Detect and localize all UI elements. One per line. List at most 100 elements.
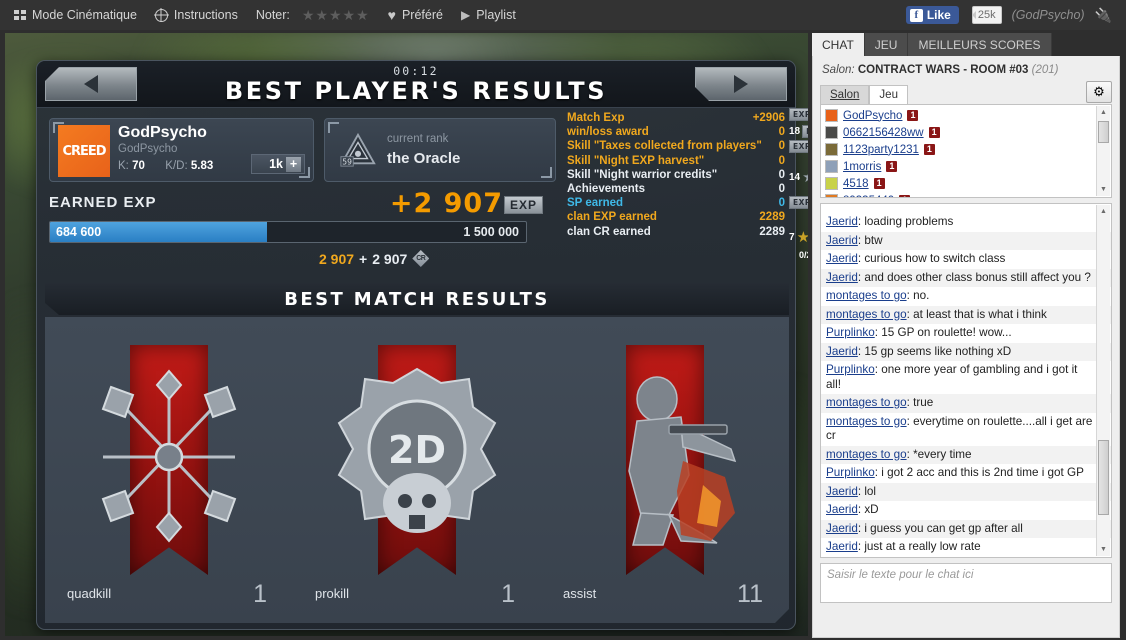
message-scrollbar[interactable]: ▲ ▼	[1096, 205, 1110, 556]
chat-message-author[interactable]: Purplinko	[826, 466, 875, 479]
facebook-like-button[interactable]: f Like	[905, 6, 959, 24]
scroll-up-icon[interactable]: ▲	[1097, 205, 1110, 218]
playlist-button[interactable]: ▶ Playlist	[461, 8, 516, 22]
room-prefix: Salon:	[822, 64, 855, 76]
subtab-salon[interactable]: Salon	[820, 85, 870, 104]
avatar	[825, 143, 838, 156]
message-list[interactable]: Jaerid: loading problems Jaerid: btw Jaeri…	[820, 203, 1112, 558]
chat-message-author[interactable]: montages to go	[826, 415, 907, 428]
chat-message-author[interactable]: montages to go	[826, 308, 907, 321]
chat-message-text: : curious how to switch class	[857, 252, 1006, 265]
clan-tag: CREED	[62, 143, 106, 159]
list-item[interactable]: 1morris 1	[823, 158, 1111, 175]
badge-item: EXP 0/1	[789, 140, 808, 153]
chat-body: Salon: CONTRACT WARS - ROOM #03 (201) Sa…	[812, 56, 1120, 638]
chat-message-author[interactable]: Jaerid	[826, 271, 858, 284]
chat-message-author[interactable]: montages to go	[826, 396, 907, 409]
subtab-jeu[interactable]: Jeu	[869, 85, 908, 104]
tab-jeu[interactable]: JEU	[864, 33, 909, 56]
list-item[interactable]: 1123party1231 1	[823, 141, 1111, 158]
cinematic-mode-button[interactable]: Mode Cinématique	[14, 8, 137, 22]
user-name[interactable]: 89335440	[843, 195, 894, 198]
chat-message-author[interactable]: montages to go	[826, 289, 907, 302]
scroll-down-icon[interactable]: ▼	[1097, 183, 1110, 196]
user-name[interactable]: 0662156428ww	[843, 127, 924, 139]
game-stage[interactable]: 00:12 BEST PLAYER'S RESULTS CREED GodPsy…	[5, 33, 808, 636]
avatar	[825, 194, 838, 197]
user-name[interactable]: 4518	[843, 178, 869, 190]
previous-button[interactable]	[45, 67, 137, 101]
scroll-up-icon[interactable]: ▲	[1097, 106, 1110, 119]
stat-row: Skill "Taxes collected from players" 0	[567, 139, 785, 153]
list-item[interactable]: GodPsycho 1	[823, 107, 1111, 124]
scroll-down-icon[interactable]: ▼	[1097, 543, 1110, 556]
gp-amount: 1k	[269, 157, 283, 171]
chat-message-author[interactable]: Purplinko	[826, 363, 875, 376]
avatar	[825, 177, 838, 190]
gear-icon[interactable]: ⚙	[1086, 81, 1112, 103]
chat-message-author[interactable]: Jaerid	[826, 503, 858, 516]
app-root: Mode Cinématique Instructions Noter: ★★★…	[0, 0, 1126, 640]
medal-item[interactable]: quadkill 1	[45, 317, 293, 623]
chat-message-author[interactable]: Jaerid	[826, 215, 858, 228]
credits-exp-value: 2 907	[319, 250, 355, 267]
exp-progress-bar: 684 600 1 500 000	[49, 221, 527, 243]
stats-list: Match Exp +2906 win/loss award 0 Skill "…	[567, 111, 785, 239]
chat-message-author[interactable]: Purplinko	[826, 326, 875, 339]
star-rating[interactable]: ★★★★★	[302, 7, 370, 24]
list-item[interactable]: 0662156428ww 1	[823, 124, 1111, 141]
chat-message-author[interactable]: Jaerid	[826, 485, 858, 498]
chat-message-text: : just at a really low rate	[857, 540, 981, 553]
user-list-scrollbar[interactable]: ▲ ▼	[1096, 106, 1110, 196]
medal-item[interactable]: assist 11	[541, 317, 789, 623]
chat-message-author[interactable]: Jaerid	[826, 252, 858, 265]
stat-label: clan EXP earned	[567, 211, 657, 224]
chat-message: Jaerid: btw	[821, 231, 1111, 250]
favorite-button[interactable]: ♥ Préféré	[388, 8, 443, 22]
avatar	[825, 109, 838, 122]
badge-item: EXP 0/8	[789, 196, 808, 209]
chat-message-author[interactable]: Jaerid	[826, 234, 858, 247]
assist-medal-icon	[585, 365, 745, 555]
plug-icon[interactable]: 🔌	[1095, 7, 1112, 24]
next-button[interactable]	[695, 67, 787, 101]
tab-meilleurs-scores[interactable]: MEILLEURS SCORES	[908, 33, 1052, 56]
chat-message-author[interactable]: montages to go	[826, 448, 907, 461]
list-item[interactable]: 89335440 1	[823, 192, 1111, 198]
status-badge: 1	[899, 195, 911, 197]
user-name[interactable]: 1123party1231	[843, 144, 919, 156]
chat-message: Jaerid: xD	[821, 501, 1111, 520]
instructions-button[interactable]: Instructions	[154, 8, 238, 22]
kd-label: K/D:	[165, 160, 188, 172]
user-name[interactable]: 1morris	[843, 161, 881, 173]
user-name[interactable]: GodPsycho	[843, 110, 902, 122]
status-badge: 1	[923, 144, 935, 155]
chevron-right-icon	[734, 75, 748, 93]
tab-chat[interactable]: CHAT	[812, 33, 865, 56]
rating-control[interactable]: Noter: ★★★★★	[256, 7, 370, 24]
chat-input[interactable]: Saisir le texte pour le chat ici	[820, 563, 1112, 603]
scrollbar-thumb[interactable]	[1098, 440, 1109, 515]
chat-message-author[interactable]: Jaerid	[826, 522, 858, 535]
playlist-label: Playlist	[476, 8, 516, 22]
list-item[interactable]: 4518 1	[823, 175, 1111, 192]
stat-value: 0	[778, 197, 785, 210]
exp-tag-icon: EXP	[802, 125, 808, 138]
medal-label: assist	[563, 586, 597, 601]
scrollbar-thumb[interactable]	[1098, 121, 1109, 143]
gp-balance-button[interactable]: 1k +	[251, 154, 305, 174]
credits-plus-sign: +	[359, 250, 368, 267]
add-gp-icon[interactable]: +	[286, 156, 301, 172]
medal-item[interactable]: 2D prokill 1	[293, 317, 541, 623]
user-list[interactable]: GodPsycho 1 0662156428ww 1 1123party1231…	[820, 104, 1112, 198]
quadkill-medal-icon	[89, 365, 249, 555]
chat-message: Purplinko: 15 GP on roulette! wow...	[821, 324, 1111, 343]
chat-message-author[interactable]: Jaerid	[826, 540, 858, 553]
credits-earned-line: 2 907 + 2 907 CR	[319, 250, 430, 267]
avatar	[825, 160, 838, 173]
chevron-left-icon	[84, 75, 98, 93]
star-silver-icon: ★	[802, 170, 808, 185]
chat-message-author[interactable]: Jaerid	[826, 345, 858, 358]
earned-exp-gain: +2 907	[389, 188, 503, 219]
stat-value: 0	[778, 126, 785, 139]
